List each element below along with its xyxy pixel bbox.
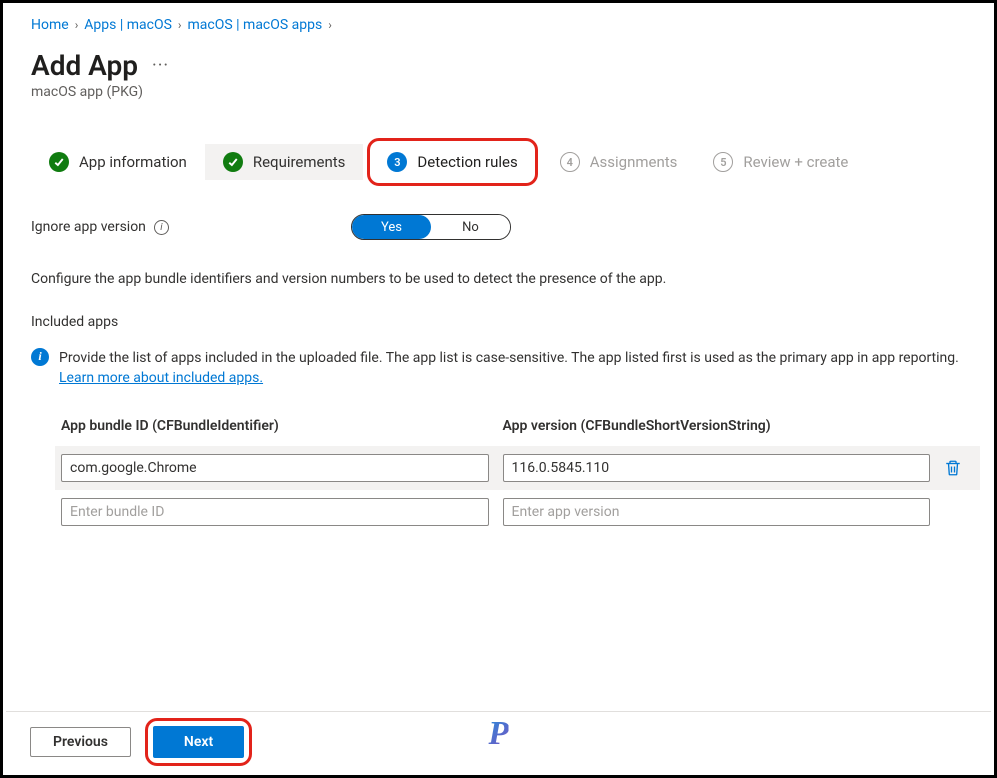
included-apps-heading: Included apps: [31, 314, 974, 330]
breadcrumb-macos-apps[interactable]: macOS | macOS apps: [188, 17, 323, 33]
table-row: [55, 446, 980, 490]
breadcrumb-home[interactable]: Home: [31, 17, 69, 33]
app-version-input[interactable]: [503, 454, 931, 482]
bundle-id-input-empty[interactable]: [61, 498, 489, 526]
page-title: Add App: [31, 49, 138, 82]
tab-label: Detection rules: [417, 153, 517, 171]
info-icon: i: [31, 348, 49, 366]
breadcrumb: Home › Apps | macOS › macOS | macOS apps…: [31, 15, 974, 33]
ignore-app-version-label: Ignore app version: [31, 219, 146, 235]
column-app-version: App version (CFBundleShortVersionString): [503, 418, 931, 434]
next-button[interactable]: Next: [153, 726, 244, 758]
check-icon: [223, 152, 243, 172]
delete-row-button[interactable]: [944, 459, 962, 477]
ignore-app-version-toggle[interactable]: Yes No: [351, 214, 511, 240]
check-icon: [49, 152, 69, 172]
tab-detection-rules[interactable]: 3 Detection rules: [363, 144, 541, 180]
tab-label: Assignments: [590, 153, 678, 171]
wizard-footer: Previous Next: [6, 711, 991, 772]
learn-more-link[interactable]: Learn more about included apps.: [59, 370, 263, 386]
chevron-right-icon: ›: [328, 18, 332, 32]
info-icon[interactable]: i: [154, 220, 169, 235]
page-subtitle: macOS app (PKG): [31, 84, 974, 100]
info-banner-text: Provide the list of apps included in the…: [59, 350, 959, 366]
column-bundle-id: App bundle ID (CFBundleIdentifier): [61, 418, 489, 434]
tab-label: App information: [79, 153, 187, 171]
tab-review-create[interactable]: 5 Review + create: [695, 144, 866, 180]
tab-assignments[interactable]: 4 Assignments: [542, 144, 696, 180]
configure-description: Configure the app bundle identifiers and…: [31, 270, 974, 290]
tab-label: Requirements: [253, 153, 346, 171]
chevron-right-icon: ›: [75, 18, 79, 32]
wizard-steps: App information Requirements 3 Detection…: [31, 144, 974, 180]
toggle-no[interactable]: No: [431, 215, 510, 239]
app-version-input-empty[interactable]: [503, 498, 931, 526]
chevron-right-icon: ›: [178, 18, 182, 32]
previous-button[interactable]: Previous: [30, 727, 131, 757]
toggle-yes[interactable]: Yes: [352, 215, 431, 239]
bundle-id-input[interactable]: [61, 454, 489, 482]
tab-label: Review + create: [743, 153, 848, 171]
step-number-icon: 3: [387, 152, 407, 172]
breadcrumb-apps-macos[interactable]: Apps | macOS: [84, 17, 172, 33]
info-banner: i Provide the list of apps included in t…: [31, 348, 974, 389]
tab-requirements[interactable]: Requirements: [205, 144, 364, 180]
table-row: [61, 494, 974, 530]
more-actions-button[interactable]: ···: [152, 55, 169, 76]
tab-app-information[interactable]: App information: [31, 144, 205, 180]
step-number-icon: 4: [560, 152, 580, 172]
step-number-icon: 5: [713, 152, 733, 172]
